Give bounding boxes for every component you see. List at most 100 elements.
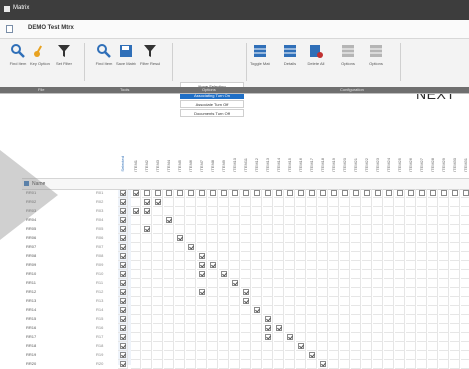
matrix-cell[interactable] — [142, 297, 152, 306]
matrix-cell[interactable] — [263, 252, 273, 261]
checkbox[interactable] — [120, 280, 126, 286]
matrix-cell[interactable] — [131, 252, 141, 261]
matrix-cell[interactable] — [186, 252, 196, 261]
checkbox[interactable] — [287, 190, 293, 196]
matrix-cell[interactable] — [296, 315, 306, 324]
matrix-cell[interactable] — [450, 306, 460, 315]
checkbox[interactable] — [120, 325, 126, 331]
matrix-cell[interactable] — [197, 306, 207, 315]
matrix-cell[interactable] — [285, 297, 295, 306]
matrix-cell[interactable] — [142, 207, 152, 216]
matrix-cell[interactable] — [406, 306, 416, 315]
matrix-cell[interactable] — [428, 225, 438, 234]
matrix-cell[interactable] — [450, 288, 460, 297]
table-row[interactable]: RR12 R12 — [22, 288, 469, 297]
matrix-cell[interactable] — [329, 270, 339, 279]
matrix-cell[interactable] — [186, 324, 196, 333]
matrix-cell[interactable] — [263, 315, 273, 324]
matrix-cell[interactable] — [197, 189, 207, 198]
table-row[interactable]: RR06 R06 — [22, 234, 469, 243]
matrix-cell[interactable] — [241, 189, 251, 198]
matrix-cell[interactable] — [296, 261, 306, 270]
matrix-cell[interactable] — [461, 333, 469, 342]
matrix-cell[interactable] — [252, 243, 262, 252]
matrix-cell[interactable] — [329, 333, 339, 342]
matrix-cell[interactable] — [329, 252, 339, 261]
matrix-cell[interactable] — [373, 297, 383, 306]
matrix-cell[interactable] — [296, 207, 306, 216]
matrix-cell[interactable] — [208, 225, 218, 234]
matrix-cell[interactable] — [197, 288, 207, 297]
matrix-cell[interactable] — [307, 342, 317, 351]
matrix-cell[interactable] — [340, 225, 350, 234]
table-row[interactable]: RR02 R02 — [22, 198, 469, 207]
matrix-cell[interactable] — [263, 279, 273, 288]
column-header[interactable]: ITEM28 — [428, 96, 438, 174]
matrix-cell[interactable] — [384, 306, 394, 315]
key-button[interactable]: Key Options — [30, 43, 50, 66]
matrix-cell[interactable] — [428, 234, 438, 243]
matrix-cell[interactable] — [263, 288, 273, 297]
matrix-cell[interactable] — [417, 198, 427, 207]
matrix-cell[interactable] — [241, 315, 251, 324]
matrix-cell[interactable] — [450, 252, 460, 261]
column-header[interactable]: ITEM11 — [241, 96, 251, 174]
matrix-cell[interactable] — [230, 243, 240, 252]
matrix-cell[interactable] — [197, 198, 207, 207]
checkbox[interactable] — [221, 190, 227, 196]
column-header[interactable]: ITEM26 — [406, 96, 416, 174]
matrix-cell[interactable] — [417, 351, 427, 360]
matrix-cell[interactable] — [406, 216, 416, 225]
matrix-cell[interactable] — [428, 306, 438, 315]
matrix-cell[interactable] — [274, 279, 284, 288]
matrix-cell[interactable] — [296, 189, 306, 198]
matrix-cell[interactable] — [340, 306, 350, 315]
matrix-cell[interactable] — [164, 234, 174, 243]
matrix-cell[interactable] — [274, 234, 284, 243]
matrix-cell[interactable] — [351, 198, 361, 207]
matrix-cell[interactable] — [329, 207, 339, 216]
matrix-cell[interactable] — [230, 234, 240, 243]
column-header[interactable]: ITEM29 — [439, 96, 449, 174]
matrix-cell[interactable] — [362, 297, 372, 306]
checkbox[interactable] — [177, 190, 183, 196]
matrix-cell[interactable] — [285, 216, 295, 225]
details-button[interactable]: Details — [280, 43, 300, 66]
matrix-cell[interactable] — [131, 297, 141, 306]
matrix-cell[interactable] — [417, 315, 427, 324]
matrix-cell[interactable] — [450, 225, 460, 234]
matrix-cell[interactable] — [395, 324, 405, 333]
matrix-cell[interactable] — [274, 333, 284, 342]
matrix-cell[interactable] — [175, 288, 185, 297]
column-header[interactable]: ITEM3 — [153, 96, 163, 174]
matrix-cell[interactable] — [417, 324, 427, 333]
checkbox[interactable] — [120, 316, 126, 322]
matrix-cell[interactable] — [274, 189, 284, 198]
matrix-cell[interactable] — [384, 351, 394, 360]
matrix-cell[interactable] — [373, 243, 383, 252]
matrix-cell[interactable] — [153, 315, 163, 324]
matrix-cell[interactable] — [118, 243, 128, 252]
matrix-cell[interactable] — [307, 207, 317, 216]
matrix-cell[interactable] — [175, 252, 185, 261]
matrix-cell[interactable] — [263, 243, 273, 252]
matrix-cell[interactable] — [318, 297, 328, 306]
matrix-cell[interactable] — [340, 297, 350, 306]
matrix-cell[interactable] — [164, 279, 174, 288]
matrix-cell[interactable] — [395, 234, 405, 243]
matrix-cell[interactable] — [362, 315, 372, 324]
matrix-cell[interactable] — [153, 297, 163, 306]
matrix-cell[interactable] — [439, 189, 449, 198]
matrix-cell[interactable] — [351, 243, 361, 252]
matrix-cell[interactable] — [230, 261, 240, 270]
matrix-cell[interactable] — [208, 189, 218, 198]
checkbox[interactable] — [210, 262, 216, 268]
matrix-cell[interactable] — [175, 225, 185, 234]
matrix-cell[interactable] — [241, 306, 251, 315]
matrix-cell[interactable] — [186, 234, 196, 243]
matrix-cell[interactable] — [230, 288, 240, 297]
matrix-cell[interactable] — [131, 234, 141, 243]
matrix-cell[interactable] — [417, 333, 427, 342]
matrix-cell[interactable] — [362, 279, 372, 288]
save-button[interactable]: Save Matrix — [116, 43, 136, 66]
